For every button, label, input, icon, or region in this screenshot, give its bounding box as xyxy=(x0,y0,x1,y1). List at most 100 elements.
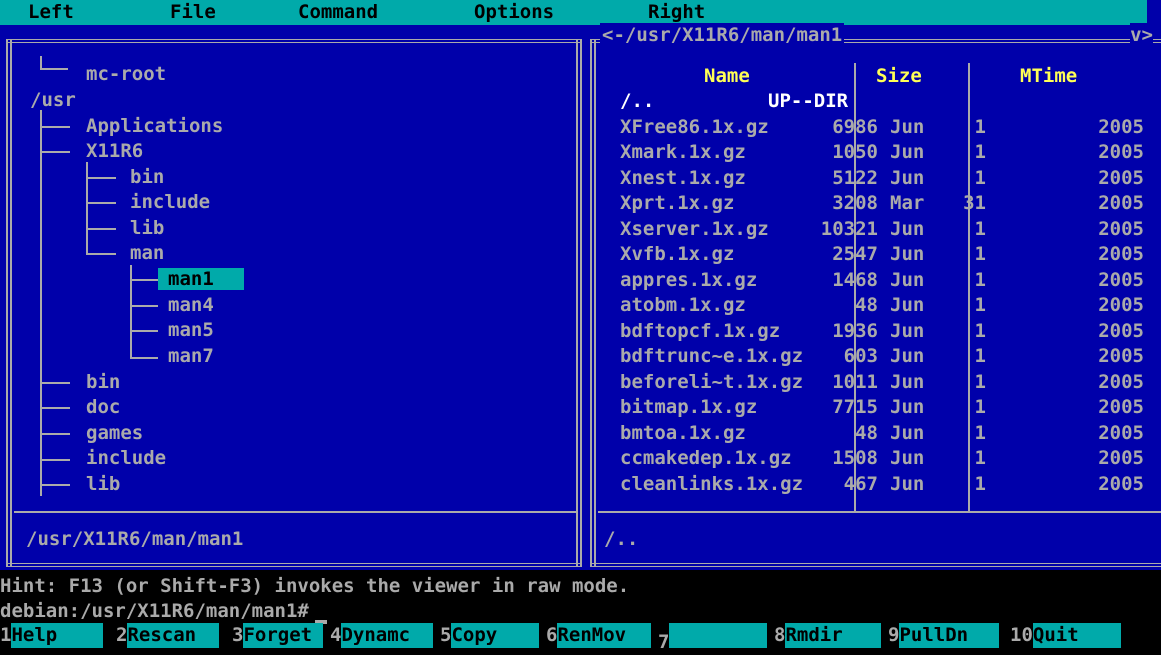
file-row[interactable]: cleanlinks.1x.gz 467 Jun 1 2005 xyxy=(608,472,1148,497)
file-row[interactable]: Xmark.1x.gz 1050 Jun 1 2005 xyxy=(608,140,1148,165)
file-month: Jun xyxy=(890,141,925,163)
file-size: 467 xyxy=(843,472,878,495)
left-frame-r1 xyxy=(576,39,578,567)
file-month: Jun xyxy=(890,243,925,265)
tree-item-label: X11R6 xyxy=(86,140,144,162)
menu-command[interactable]: Command xyxy=(298,0,378,25)
command-prompt[interactable]: debian:/usr/X11R6/man/man1# xyxy=(0,599,327,624)
fkey-label: Copy xyxy=(451,623,540,648)
tree-item[interactable]: lib xyxy=(86,472,120,497)
file-row[interactable]: /.. UP--DIR xyxy=(608,89,1148,114)
file-row[interactable]: Xvfb.1x.gz 2547 Jun 1 2005 xyxy=(608,242,1148,267)
file-row[interactable]: bdftrunc~e.1x.gz 603 Jun 1 2005 xyxy=(608,344,1148,369)
fkey-renmov-button[interactable]: 6RenMov xyxy=(546,623,652,648)
file-month: Jun xyxy=(890,294,925,316)
file-month: Jun xyxy=(890,319,925,342)
file-row[interactable]: bitmap.1x.gz 7715 Jun 1 2005 xyxy=(608,395,1148,420)
tree-item-label: games xyxy=(86,422,144,444)
file-row[interactable]: Xserver.1x.gz 10321 Jun 1 2005 xyxy=(608,217,1148,242)
tree-item[interactable]: include xyxy=(86,446,166,471)
file-year: 2005 xyxy=(1098,421,1144,444)
tree-item[interactable]: man4 xyxy=(168,293,214,318)
file-day: 1 xyxy=(974,294,986,316)
fkey-quit-button[interactable]: 10Quit xyxy=(1010,623,1121,648)
tree-connector xyxy=(130,279,158,281)
fkey-dynamc-button[interactable]: 4Dynamc xyxy=(330,623,434,648)
left-frame-l2 xyxy=(10,39,12,567)
file-month: Mar xyxy=(890,192,925,214)
fkey-number: 2 xyxy=(116,624,128,646)
file-year: 2005 xyxy=(1098,115,1144,138)
file-day: 31 xyxy=(963,192,986,214)
file-month: Jun xyxy=(890,370,925,393)
fkey-empty-button[interactable]: 7 xyxy=(658,623,768,653)
file-size: 1508 xyxy=(832,447,878,469)
tree-connector xyxy=(40,484,70,486)
file-row[interactable]: bdftopcf.1x.gz 1936 Jun 1 2005 xyxy=(608,319,1148,344)
file-year: 2005 xyxy=(1098,217,1144,240)
tree-item[interactable]: bin xyxy=(86,370,120,395)
fkey-rmdir-button[interactable]: 8Rmdir xyxy=(774,623,882,648)
file-year: 2005 xyxy=(1098,319,1144,342)
file-day: 1 xyxy=(974,243,986,265)
fkey-number: 6 xyxy=(546,624,558,646)
fkey-rescan-button[interactable]: 2Rescan xyxy=(116,623,220,648)
left-frame-bottom xyxy=(6,563,582,567)
tree-connector xyxy=(40,56,42,68)
panel-toggle-icon[interactable]: v> xyxy=(1130,23,1153,48)
file-month: Jun xyxy=(890,447,925,469)
fkey-label: PullDn xyxy=(899,623,1000,648)
tree-item[interactable]: mc-root xyxy=(86,62,166,87)
file-year: 2005 xyxy=(1098,472,1144,495)
file-row[interactable]: XFree86.1x.gz 6986 Jun 1 2005 xyxy=(608,115,1148,140)
fkey-number: 5 xyxy=(440,624,452,646)
fkey-pulldn-button[interactable]: 9PullDn xyxy=(888,623,1000,648)
fkey-copy-button[interactable]: 5Copy xyxy=(440,623,540,648)
file-row[interactable]: beforeli~t.1x.gz 1011 Jun 1 2005 xyxy=(608,370,1148,395)
file-size: UP--DIR xyxy=(768,90,849,112)
fkey-help-button[interactable]: 1Help xyxy=(0,623,104,648)
file-row[interactable]: ccmakedep.1x.gz 1508 Jun 1 2005 xyxy=(608,446,1148,471)
file-row[interactable]: Xnest.1x.gz 5122 Jun 1 2005 xyxy=(608,166,1148,191)
tree-item[interactable]: man7 xyxy=(168,344,214,369)
tree-item[interactable]: doc xyxy=(86,395,120,420)
tree-item[interactable]: man xyxy=(130,241,164,266)
tree-item[interactable]: X11R6 xyxy=(86,139,143,164)
file-row[interactable]: atobm.1x.gz 48 Jun 1 2005 xyxy=(608,293,1148,318)
file-year: 2005 xyxy=(1098,447,1144,469)
tree-item[interactable]: /usr xyxy=(30,88,76,113)
fkey-forget-button[interactable]: 3Forget xyxy=(232,623,324,648)
tree-item[interactable]: games xyxy=(86,421,143,446)
tree-item-selected[interactable]: man1 xyxy=(158,267,244,292)
menu-right[interactable]: Right xyxy=(648,0,705,25)
tree-item[interactable]: man5 xyxy=(168,318,214,343)
file-row[interactable]: Xprt.1x.gz 3208 Mar 31 2005 xyxy=(608,191,1148,216)
menu-options[interactable]: Options xyxy=(474,0,554,25)
file-size: 1011 xyxy=(832,370,878,393)
left-panel-tree[interactable]: mc-root /usr Applications X11R6 bin incl… xyxy=(0,25,590,570)
file-row[interactable]: appres.1x.gz 1468 Jun 1 2005 xyxy=(608,268,1148,293)
tree-item[interactable]: bin xyxy=(130,165,164,190)
file-size: 3208 xyxy=(832,192,878,214)
tree-item-label: lib xyxy=(86,473,121,495)
col-header-size[interactable]: Size xyxy=(876,64,922,89)
col-header-name[interactable]: Name xyxy=(704,64,750,89)
tree-connector xyxy=(40,433,70,435)
file-row[interactable]: bmtoa.1x.gz 48 Jun 1 2005 xyxy=(608,421,1148,446)
tree-item[interactable]: lib xyxy=(130,216,164,241)
file-month: Jun xyxy=(890,396,925,418)
tree-connector xyxy=(86,162,88,254)
fkey-label xyxy=(669,623,768,648)
menu-left[interactable]: Left xyxy=(28,0,74,25)
tree-item[interactable]: Applications xyxy=(86,114,223,139)
menu-file[interactable]: File xyxy=(170,0,216,25)
file-day: 1 xyxy=(974,166,986,189)
fkey-number: 7 xyxy=(658,631,670,653)
tree-connector xyxy=(40,151,70,153)
left-status-path: /usr/X11R6/man/man1 xyxy=(26,528,244,550)
right-panel-files[interactable]: <-/usr/X11R6/man/man1 v> Name Size MTime… xyxy=(590,23,1161,570)
col-header-mtime[interactable]: MTime xyxy=(1020,64,1077,89)
tree-item[interactable]: include xyxy=(130,190,210,215)
tree-item-label: include xyxy=(86,447,167,469)
tree-item-label: mc-root xyxy=(86,63,167,85)
